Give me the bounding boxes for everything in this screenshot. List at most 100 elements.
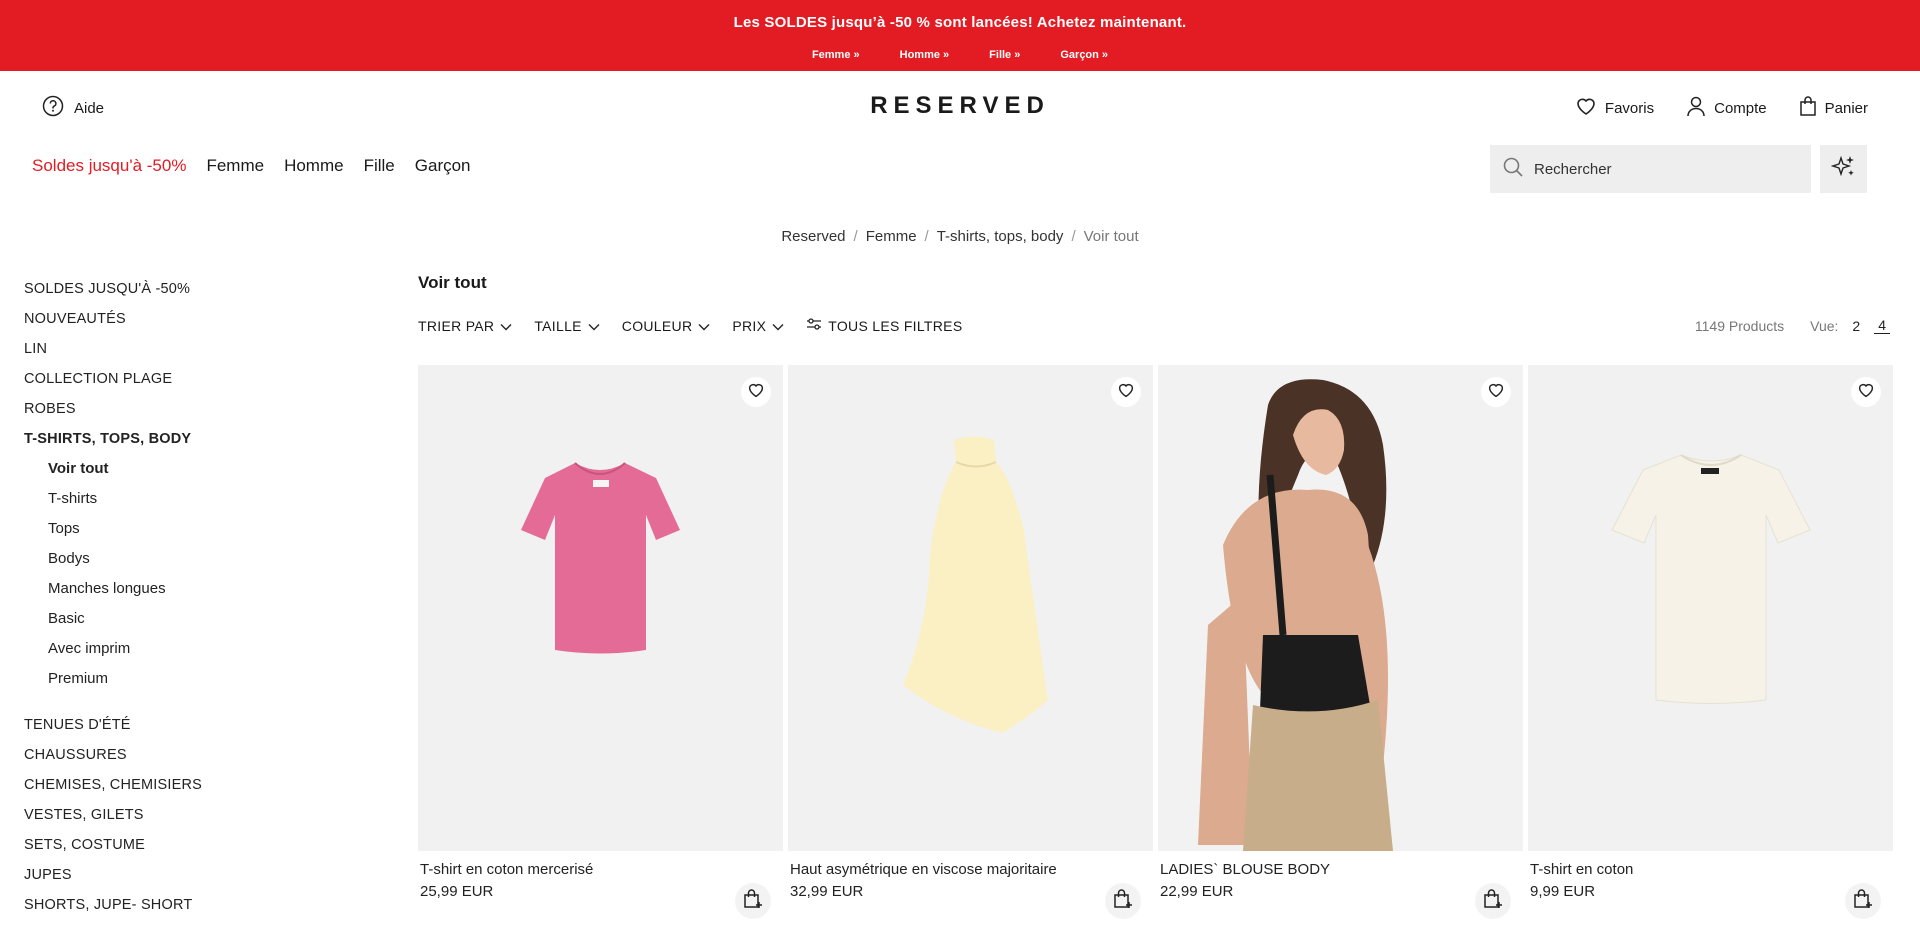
- heart-icon: [1117, 382, 1135, 403]
- product-card[interactable]: Haut asymétrique en viscose majoritaire …: [788, 365, 1153, 919]
- heart-icon: [1857, 382, 1875, 403]
- main-nav: Soldes jusqu'à -50% Femme Homme Fille Ga…: [32, 156, 471, 176]
- shopping-bag-icon: [1799, 95, 1817, 121]
- ai-search-button[interactable]: [1820, 145, 1867, 193]
- sidebar-subitem-tops[interactable]: Tops: [24, 520, 354, 550]
- chevron-down-icon: [588, 318, 600, 334]
- promo-title[interactable]: Les SOLDES jusqu’à -50 % sont lancées! A…: [0, 14, 1920, 31]
- chevron-down-icon: [772, 318, 784, 334]
- sidebar-item-vestes[interactable]: VESTES, GILETS: [24, 806, 354, 836]
- heart-icon: [747, 382, 765, 403]
- add-to-cart-button[interactable]: [1475, 883, 1511, 919]
- sidebar-subitem-voir-tout[interactable]: Voir tout: [24, 460, 354, 490]
- color-filter-dropdown[interactable]: COULEUR: [622, 317, 711, 334]
- skirt-shape: [1243, 700, 1393, 851]
- promo-link-garcon[interactable]: Garçon »: [1060, 49, 1108, 61]
- sidebar-item-robes[interactable]: ROBES: [24, 400, 354, 430]
- nav-item-sale[interactable]: Soldes jusqu'à -50%: [32, 156, 186, 176]
- top-shape: [903, 436, 1048, 733]
- account-label: Compte: [1714, 99, 1767, 117]
- add-to-cart-button[interactable]: [1105, 883, 1141, 919]
- promo-link-fille[interactable]: Fille »: [989, 49, 1020, 61]
- sidebar-item-shorts[interactable]: SHORTS, JUPE- SHORT: [24, 896, 354, 926]
- page-title: Voir tout: [418, 273, 487, 292]
- product-image[interactable]: [1158, 365, 1523, 851]
- sidebar-subitem-manches-longues[interactable]: Manches longues: [24, 580, 354, 610]
- promo-link-femme[interactable]: Femme »: [812, 49, 860, 61]
- sidebar-subitem-tshirts[interactable]: T-shirts: [24, 490, 354, 520]
- wishlist-button[interactable]: [1851, 377, 1881, 407]
- nav-item-garcon[interactable]: Garçon: [415, 156, 471, 176]
- breadcrumb-separator: /: [853, 228, 858, 245]
- view-option-2[interactable]: 2: [1848, 318, 1864, 334]
- sidebar-item-jupes[interactable]: JUPES: [24, 866, 354, 896]
- nav-item-homme[interactable]: Homme: [284, 156, 344, 176]
- price-filter-label: PRIX: [732, 317, 767, 334]
- sidebar-item-chaussures[interactable]: CHAUSSURES: [24, 746, 354, 776]
- breadcrumb-item-tshirts[interactable]: T-shirts, tops, body: [937, 228, 1064, 245]
- product-name[interactable]: Haut asymétrique en viscose majoritaire: [788, 861, 1153, 878]
- listing-meta: 1149 Products Vue: 2 4: [1695, 317, 1890, 334]
- tshirt-shape: [1611, 454, 1811, 704]
- breadcrumb: Reserved / Femme / T-shirts, tops, body / Voir…: [0, 228, 1920, 245]
- product-name[interactable]: T-shirt en coton: [1528, 861, 1893, 878]
- cart-label: Panier: [1824, 99, 1868, 117]
- promo-link-homme[interactable]: Homme »: [900, 49, 950, 61]
- price-filter-dropdown[interactable]: PRIX: [732, 317, 784, 334]
- nav-item-femme[interactable]: Femme: [206, 156, 264, 176]
- heart-icon: [1487, 382, 1505, 403]
- view-option-4[interactable]: 4: [1874, 317, 1890, 334]
- sidebar-item-tenues-ete[interactable]: TENUES D'ÉTÉ: [24, 716, 354, 746]
- product-card[interactable]: T-shirt en coton mercerisé 25,99 EUR: [418, 365, 783, 919]
- sort-dropdown[interactable]: TRIER PAR: [418, 317, 512, 334]
- search-input[interactable]: Rechercher: [1534, 161, 1612, 178]
- breadcrumb-separator: /: [1071, 228, 1076, 245]
- wishlist-button[interactable]: [1111, 377, 1141, 407]
- sidebar-subitem-avec-imprim[interactable]: Avec imprim: [24, 640, 354, 670]
- add-to-cart-button[interactable]: [735, 883, 771, 919]
- product-name[interactable]: LADIES` BLOUSE BODY: [1158, 861, 1523, 878]
- product-price: 32,99 EUR: [790, 883, 864, 900]
- size-filter-dropdown[interactable]: TAILLE: [534, 317, 600, 334]
- breadcrumb-item-reserved[interactable]: Reserved: [781, 228, 845, 245]
- pink-tshirt-illustration: [521, 462, 680, 654]
- wishlist-button[interactable]: [1481, 377, 1511, 407]
- product-price: 25,99 EUR: [420, 883, 494, 900]
- nav-item-fille[interactable]: Fille: [364, 156, 395, 176]
- sidebar-item-collection-plage[interactable]: COLLECTION PLAGE: [24, 370, 354, 400]
- add-to-cart-button[interactable]: [1845, 883, 1881, 919]
- sidebar-subitem-basic[interactable]: Basic: [24, 610, 354, 640]
- product-price: 9,99 EUR: [1530, 883, 1596, 900]
- tshirt-shape: [521, 463, 680, 654]
- add-to-bag-icon: [1113, 888, 1133, 915]
- favorites-link[interactable]: Favoris: [1575, 96, 1654, 120]
- product-image[interactable]: [788, 365, 1153, 851]
- sidebar-item-sets[interactable]: SETS, COSTUME: [24, 836, 354, 866]
- sidebar-item-nouveautes[interactable]: NOUVEAUTÉS: [24, 310, 354, 340]
- view-label: Vue:: [1810, 317, 1839, 334]
- sidebar-item-tshirts-tops-body[interactable]: T-SHIRTS, TOPS, BODY: [24, 430, 354, 460]
- search-box[interactable]: Rechercher: [1490, 145, 1811, 193]
- product-image[interactable]: [418, 365, 783, 851]
- product-card[interactable]: LADIES` BLOUSE BODY 22,99 EUR: [1158, 365, 1523, 919]
- sidebar-subitem-bodys[interactable]: Bodys: [24, 550, 354, 580]
- product-image[interactable]: [1528, 365, 1893, 851]
- add-to-bag-icon: [1853, 888, 1873, 915]
- account-link[interactable]: Compte: [1686, 95, 1767, 121]
- product-grid: T-shirt en coton mercerisé 25,99 EUR Hau…: [418, 365, 1893, 919]
- cart-link[interactable]: Panier: [1799, 95, 1868, 121]
- sidebar-item-lin[interactable]: LIN: [24, 340, 354, 370]
- sidebar-item-soldes[interactable]: SOLDES JUSQU'À -50%: [24, 280, 354, 310]
- product-card[interactable]: T-shirt en coton 9,99 EUR: [1528, 365, 1893, 919]
- product-price: 22,99 EUR: [1160, 883, 1234, 900]
- add-to-bag-icon: [743, 888, 763, 915]
- product-name[interactable]: T-shirt en coton mercerisé: [418, 861, 783, 878]
- all-filters-button[interactable]: TOUS LES FILTRES: [806, 317, 962, 334]
- favorites-label: Favoris: [1604, 99, 1655, 117]
- breadcrumb-item-femme[interactable]: Femme: [866, 228, 917, 245]
- wishlist-button[interactable]: [741, 377, 771, 407]
- sidebar-item-chemises[interactable]: CHEMISES, CHEMISIERS: [24, 776, 354, 806]
- sidebar-subitem-premium[interactable]: Premium: [24, 670, 354, 700]
- sliders-icon: [806, 317, 822, 334]
